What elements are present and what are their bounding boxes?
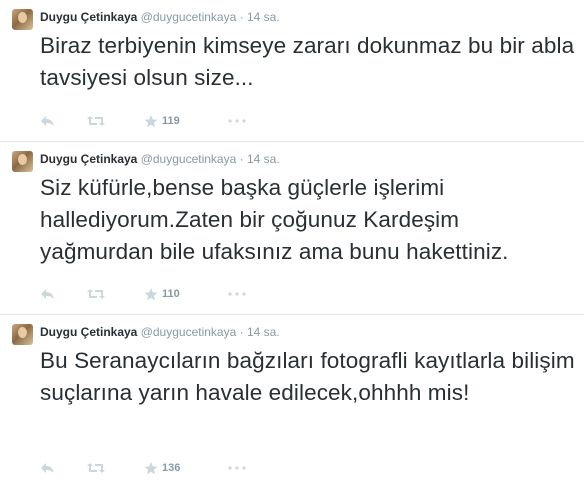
tweet-actions: 110 (40, 286, 252, 302)
avatar[interactable] (12, 9, 33, 30)
timestamp-link[interactable]: 14 sa. (247, 10, 280, 24)
more-icon (228, 466, 246, 470)
tweet-header: Duygu Çetinkaya @duygucetinkaya · 14 sa. (40, 10, 280, 24)
retweet-button[interactable] (86, 462, 144, 474)
favorite-button[interactable]: 110 (144, 287, 228, 301)
more-button[interactable] (228, 466, 252, 470)
tweet-text: Bu Seranaycıların bağzıları fotografli k… (40, 348, 575, 405)
favorite-count: 119 (162, 115, 180, 127)
fullname[interactable]: Duygu Çetinkaya (40, 10, 137, 24)
reply-button[interactable] (40, 288, 86, 300)
more-button[interactable] (228, 292, 252, 296)
tweet[interactable]: Duygu Çetinkaya @duygucetinkaya · 14 sa.… (0, 142, 584, 315)
star-icon (144, 114, 158, 127)
star-icon (144, 461, 158, 474)
tweet-text: Biraz terbiyenin kimseye zararı dokunmaz… (40, 33, 575, 90)
tweet-actions: 136 (40, 460, 252, 476)
tweet-timeline: Duygu Çetinkaya @duygucetinkaya · 14 sa.… (0, 0, 584, 488)
separator: · (239, 10, 244, 24)
favorite-count: 136 (162, 462, 181, 474)
favorite-button[interactable]: 119 (144, 114, 228, 128)
tweet-header: Duygu Çetinkaya @duygucetinkaya · 14 sa. (40, 152, 280, 166)
more-icon (228, 292, 246, 296)
timestamp-link[interactable]: 14 sa. (247, 325, 280, 339)
tweet[interactable]: Duygu Çetinkaya @duygucetinkaya · 14 sa.… (0, 0, 584, 142)
favorite-count: 110 (162, 288, 180, 300)
retweet-button[interactable] (86, 115, 144, 127)
retweet-icon (87, 463, 105, 473)
fullname[interactable]: Duygu Çetinkaya (40, 325, 137, 339)
favorite-button[interactable]: 136 (144, 461, 228, 475)
username[interactable]: @duygucetinkaya (141, 325, 237, 339)
reply-icon (41, 289, 54, 299)
avatar[interactable] (12, 151, 33, 172)
tweet-actions: 119 (40, 113, 252, 129)
fullname[interactable]: Duygu Çetinkaya (40, 152, 137, 166)
separator: · (239, 325, 244, 339)
reply-icon (41, 116, 54, 126)
reply-icon (41, 463, 54, 473)
username[interactable]: @duygucetinkaya (141, 152, 237, 166)
tweet-header: Duygu Çetinkaya @duygucetinkaya · 14 sa. (40, 325, 280, 339)
retweet-icon (87, 116, 105, 126)
tweet[interactable]: Duygu Çetinkaya @duygucetinkaya · 14 sa.… (0, 315, 584, 488)
username[interactable]: @duygucetinkaya (141, 10, 237, 24)
retweet-icon (87, 289, 105, 299)
star-icon (144, 287, 158, 300)
avatar[interactable] (12, 324, 33, 345)
more-icon (228, 119, 246, 123)
timestamp-link[interactable]: 14 sa. (247, 152, 280, 166)
reply-button[interactable] (40, 115, 86, 127)
more-button[interactable] (228, 119, 252, 123)
reply-button[interactable] (40, 462, 86, 474)
separator: · (239, 152, 244, 166)
retweet-button[interactable] (86, 288, 144, 300)
tweet-text: Siz küfürle,bense başka güçlerle işlerim… (40, 175, 509, 264)
